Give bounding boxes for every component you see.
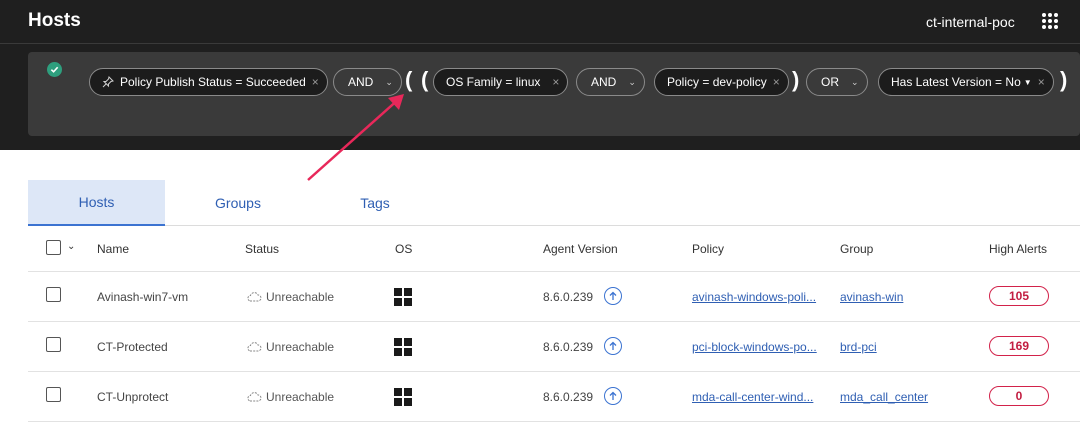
column-header-group[interactable]: Group [840, 242, 873, 256]
host-name[interactable]: Avinash-win7-vm [97, 290, 188, 304]
column-header-high-alerts[interactable]: High Alerts [989, 242, 1047, 256]
policy-link[interactable]: pci-block-windows-po... [692, 340, 817, 354]
caret-down-icon[interactable]: ▼ [1024, 78, 1032, 87]
group-link[interactable]: brd-pci [840, 340, 877, 354]
upgrade-arrow-icon[interactable] [604, 337, 622, 355]
org-name[interactable]: ct-internal-poc [926, 14, 1015, 30]
column-header-name[interactable]: Name [97, 242, 129, 256]
chevron-down-icon[interactable]: ⌄ [67, 241, 75, 252]
agent-version: 8.6.0.239 [543, 340, 594, 354]
operator-label: AND [591, 75, 617, 89]
windows-icon [394, 388, 412, 406]
table-row[interactable]: CT-Unprotect Unreachable 8.6.0.239 mda-c… [28, 372, 1080, 422]
filter-operator-and[interactable]: AND ⌄ [576, 68, 645, 96]
row-checkbox[interactable] [46, 337, 61, 352]
filter-band: Policy Publish Status = Succeeded × AND … [0, 44, 1080, 150]
column-header-agent-version[interactable]: Agent Version [543, 242, 618, 256]
filter-chip-publish-status[interactable]: Policy Publish Status = Succeeded × [89, 68, 328, 96]
high-alerts-badge[interactable]: 105 [989, 286, 1049, 306]
row-checkbox[interactable] [46, 287, 61, 302]
operator-label: OR [821, 75, 839, 89]
chevron-down-icon: ⌄ [385, 76, 393, 87]
cloud-offline-icon [247, 342, 262, 352]
high-alerts-badge[interactable]: 169 [989, 336, 1049, 356]
status-text: Unreachable [266, 290, 335, 304]
select-all-checkbox[interactable] [46, 240, 61, 255]
row-checkbox[interactable] [46, 387, 61, 402]
filter-value: Succeeded [245, 75, 306, 89]
filter-panel[interactable]: Policy Publish Status = Succeeded × AND … [28, 52, 1080, 136]
filter-value: No [1005, 75, 1021, 89]
status-cell: Unreachable [246, 340, 334, 354]
close-icon[interactable]: × [552, 75, 559, 89]
paren-open: ( [421, 67, 429, 92]
column-header-policy[interactable]: Policy [692, 242, 724, 256]
upgrade-arrow-icon[interactable] [604, 287, 622, 305]
filter-operator-or[interactable]: OR ⌄ [806, 68, 868, 96]
group-link[interactable]: mda_call_center [840, 390, 928, 404]
grid-apps-icon[interactable] [1042, 13, 1059, 30]
chevron-down-icon: ⌄ [628, 76, 636, 87]
tab-tags[interactable]: Tags [311, 180, 439, 226]
check-circle-icon [47, 62, 62, 77]
filter-value: linux [515, 75, 541, 89]
tab-groups[interactable]: Groups [165, 180, 311, 226]
filter-chip-latest-version[interactable]: Has Latest Version = No ▼ × [878, 68, 1054, 96]
column-header-os[interactable]: OS [395, 242, 412, 256]
policy-link[interactable]: mda-call-center-wind... [692, 390, 813, 404]
tab-bar: Hosts Groups Tags [28, 180, 1080, 226]
paren-close: ) [792, 67, 800, 92]
filter-chip-os-family[interactable]: OS Family = linux × [433, 68, 569, 96]
column-header-status[interactable]: Status [245, 242, 279, 256]
filter-chip-policy[interactable]: Policy = dev-policy × [654, 68, 789, 96]
agent-version: 8.6.0.239 [543, 290, 594, 304]
status-text: Unreachable [266, 390, 335, 404]
cloud-offline-icon [247, 392, 262, 402]
table-header: ⌄ Name Status OS Agent Version Policy Gr… [28, 226, 1080, 272]
annotation-arrow-icon [307, 94, 404, 181]
pin-icon [102, 76, 114, 88]
host-name[interactable]: CT-Unprotect [97, 390, 168, 404]
operator-label: AND [348, 75, 374, 89]
high-alerts-badge[interactable]: 0 [989, 386, 1049, 406]
filter-label: Policy Publish Status = [120, 75, 243, 89]
chevron-down-icon: ⌄ [851, 76, 859, 87]
agent-version: 8.6.0.239 [543, 390, 594, 404]
page-title: Hosts [28, 10, 81, 31]
close-icon[interactable]: × [773, 75, 780, 89]
upgrade-arrow-icon[interactable] [604, 387, 622, 405]
group-link[interactable]: avinash-win [840, 290, 903, 304]
filter-label: Policy = [667, 75, 710, 89]
close-icon[interactable]: × [312, 75, 319, 89]
status-cell: Unreachable [246, 290, 334, 304]
status-cell: Unreachable [246, 390, 334, 404]
windows-icon [394, 338, 412, 356]
top-bar: Hosts ct-internal-poc [0, 0, 1080, 44]
status-text: Unreachable [266, 340, 335, 354]
policy-link[interactable]: avinash-windows-poli... [692, 290, 816, 304]
filter-label: OS Family = [446, 75, 513, 89]
filter-label: Has Latest Version = [891, 75, 1003, 89]
filter-value: dev-policy [712, 75, 767, 89]
table-row[interactable]: Avinash-win7-vm Unreachable 8.6.0.239 av… [28, 272, 1080, 322]
paren-close: ) [1060, 67, 1068, 92]
tab-hosts[interactable]: Hosts [28, 180, 165, 226]
host-name[interactable]: CT-Protected [97, 340, 168, 354]
windows-icon [394, 288, 412, 306]
cloud-offline-icon [247, 292, 262, 302]
table-row[interactable]: CT-Protected Unreachable 8.6.0.239 pci-b… [28, 322, 1080, 372]
close-icon[interactable]: × [1038, 75, 1045, 89]
